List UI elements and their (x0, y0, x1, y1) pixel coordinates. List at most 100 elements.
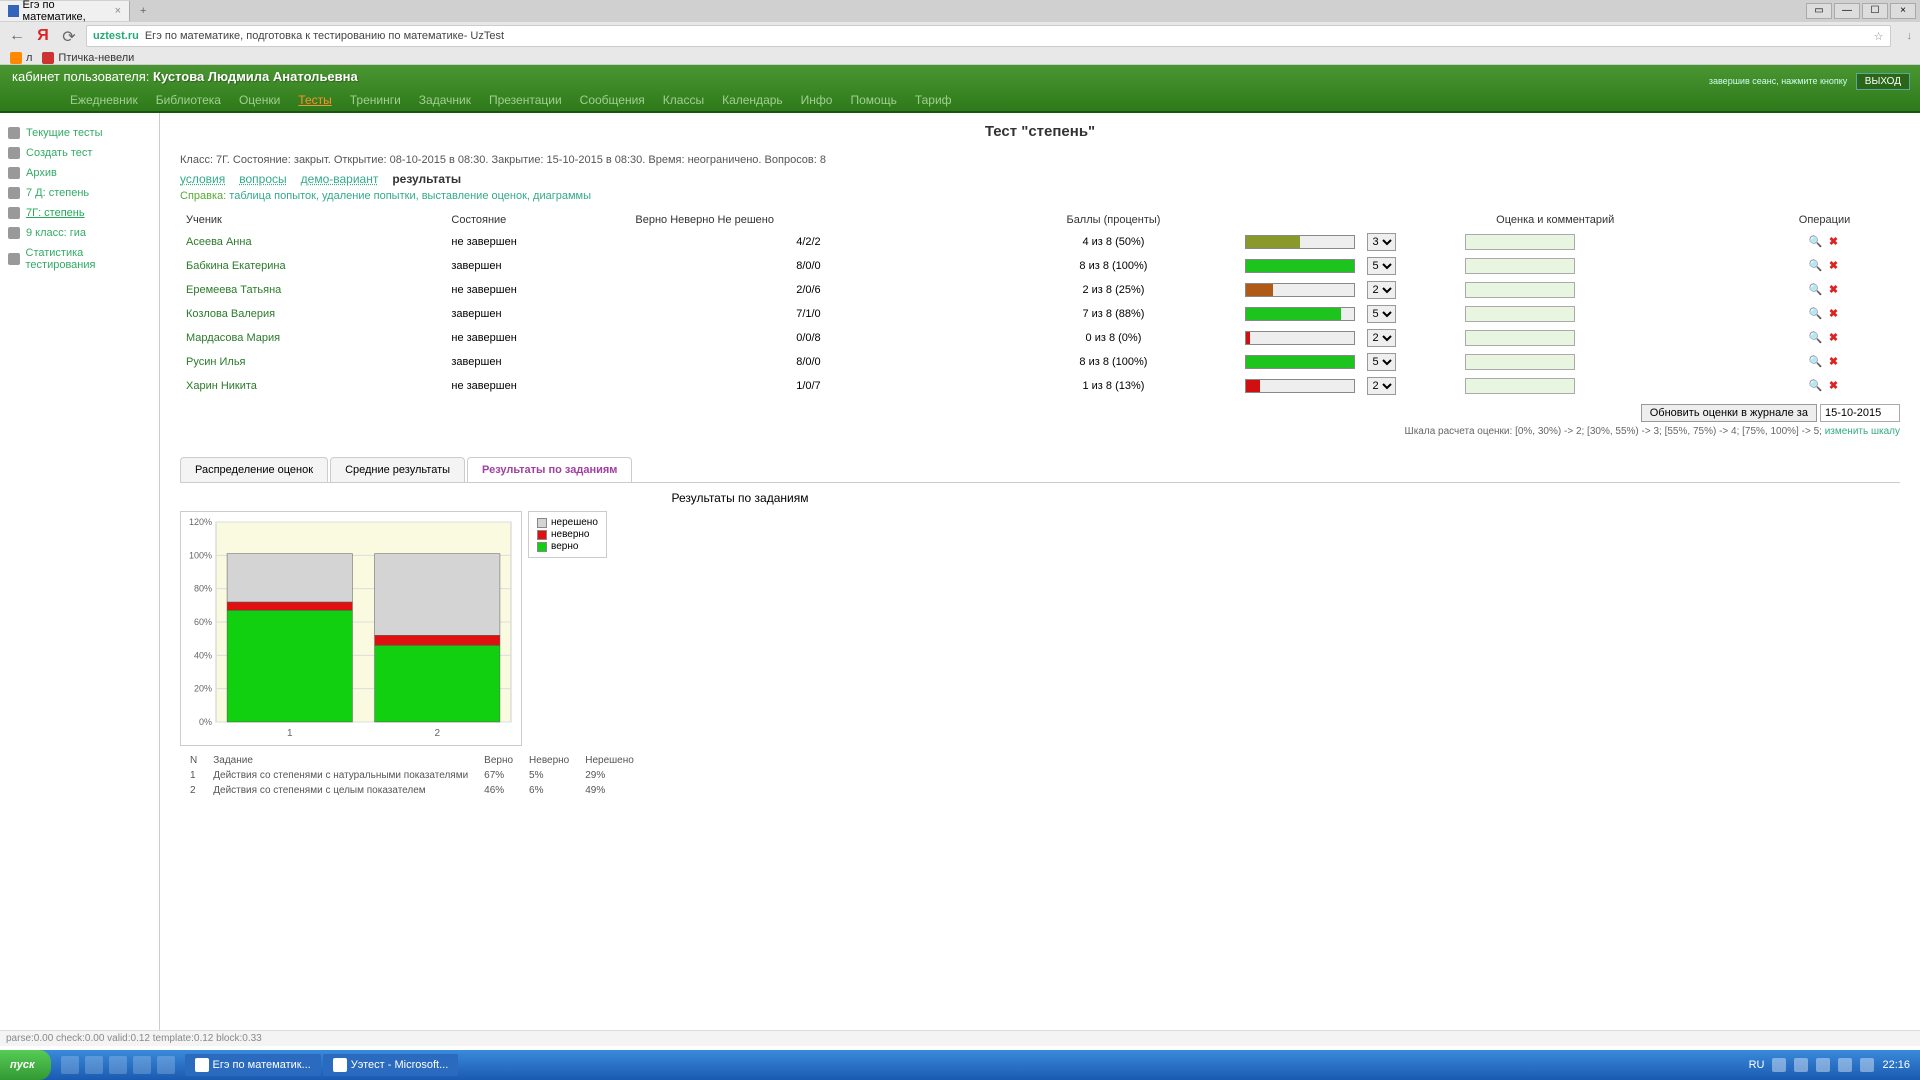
delete-icon[interactable]: ✖ (1827, 283, 1841, 297)
quicklaunch-icon[interactable] (157, 1056, 175, 1074)
delete-icon[interactable]: ✖ (1827, 259, 1841, 273)
tray-icon[interactable] (1838, 1058, 1852, 1072)
comment-input[interactable] (1465, 306, 1575, 322)
view-icon[interactable]: 🔍 (1809, 235, 1823, 249)
logout-button[interactable]: ВЫХОД (1856, 73, 1910, 90)
grade-select[interactable]: 2 (1367, 377, 1396, 395)
tray-icon[interactable] (1816, 1058, 1830, 1072)
menu-item[interactable]: Тариф (915, 93, 952, 107)
menu-item[interactable]: Классы (663, 93, 704, 107)
sidebar-item[interactable]: Архив (6, 163, 153, 183)
sidebar-item[interactable]: 9 класс: гиа (6, 223, 153, 243)
grade-select[interactable]: 5 (1367, 353, 1396, 371)
tray-icon[interactable] (1860, 1058, 1874, 1072)
quicklaunch-icon[interactable] (61, 1056, 79, 1074)
comment-cell (1459, 302, 1749, 326)
sub-tab[interactable]: результаты (392, 172, 461, 186)
bookmark-item[interactable]: л (10, 52, 32, 64)
comment-input[interactable] (1465, 258, 1575, 274)
window-maximize-icon[interactable]: ☐ (1862, 3, 1888, 19)
student-name-link[interactable]: Асеева Анна (186, 236, 252, 248)
sidebar-item[interactable]: 7 Д: степень (6, 183, 153, 203)
tray-icon[interactable] (1772, 1058, 1786, 1072)
grade-select[interactable]: 5 (1367, 257, 1396, 275)
window-close-icon[interactable]: × (1890, 3, 1916, 19)
view-icon[interactable]: 🔍 (1809, 355, 1823, 369)
student-name-link[interactable]: Еремеева Татьяна (186, 284, 281, 296)
delete-icon[interactable]: ✖ (1827, 307, 1841, 321)
menu-item[interactable]: Календарь (722, 93, 783, 107)
taskbar-task[interactable]: Егэ по математик... (185, 1054, 321, 1076)
student-name-link[interactable]: Харин Никита (186, 380, 257, 392)
sidebar-item[interactable]: Создать тест (6, 143, 153, 163)
delete-icon[interactable]: ✖ (1827, 355, 1841, 369)
student-name-link[interactable]: Бабкина Екатерина (186, 260, 286, 272)
taskbar-task[interactable]: Уэтест - Microsoft... (323, 1054, 459, 1076)
view-icon[interactable]: 🔍 (1809, 331, 1823, 345)
view-icon[interactable]: 🔍 (1809, 307, 1823, 321)
view-icon[interactable]: 🔍 (1809, 259, 1823, 273)
comment-input[interactable] (1465, 282, 1575, 298)
menu-item[interactable]: Оценки (239, 93, 280, 107)
chart-tab[interactable]: Результаты по заданиям (467, 457, 632, 482)
delete-icon[interactable]: ✖ (1827, 379, 1841, 393)
svg-text:60%: 60% (194, 617, 212, 627)
svg-text:100%: 100% (189, 550, 212, 560)
quicklaunch-icon[interactable] (133, 1056, 151, 1074)
grade-select[interactable]: 2 (1367, 281, 1396, 299)
browser-tab[interactable]: Егэ по математике, × (0, 1, 130, 21)
yandex-button[interactable]: Я (34, 27, 52, 45)
menu-item[interactable]: Помощь (850, 93, 896, 107)
grade-select[interactable]: 2 (1367, 329, 1396, 347)
menu-item[interactable]: Сообщения (580, 93, 645, 107)
sub-tab[interactable]: условия (180, 172, 225, 186)
delete-icon[interactable]: ✖ (1827, 235, 1841, 249)
bookmark-star-icon[interactable]: ☆ (1874, 30, 1884, 43)
sub-tab[interactable]: вопросы (239, 172, 286, 186)
sidebar-item[interactable]: Статистика тестирования (6, 243, 153, 275)
vnr-cell: 4/2/2 (629, 230, 987, 254)
clock[interactable]: 22:16 (1882, 1059, 1910, 1071)
comment-input[interactable] (1465, 330, 1575, 346)
comment-input[interactable] (1465, 354, 1575, 370)
quicklaunch-icon[interactable] (109, 1056, 127, 1074)
view-icon[interactable]: 🔍 (1809, 379, 1823, 393)
comment-input[interactable] (1465, 234, 1575, 250)
tab-close-icon[interactable]: × (115, 5, 121, 17)
chart-tab[interactable]: Средние результаты (330, 457, 465, 482)
lang-indicator[interactable]: RU (1749, 1059, 1765, 1071)
update-date-input[interactable] (1820, 404, 1900, 422)
tray-icon[interactable] (1794, 1058, 1808, 1072)
menu-item[interactable]: Тренинги (350, 93, 401, 107)
student-name-link[interactable]: Мардасова Мария (186, 332, 280, 344)
menu-item[interactable]: Презентации (489, 93, 562, 107)
reload-button[interactable]: ⟳ (60, 27, 78, 45)
window-minimize-2-icon[interactable]: ▭ (1806, 3, 1832, 19)
downloads-icon[interactable]: ↓ (1907, 30, 1913, 42)
new-tab-button[interactable]: + (134, 5, 152, 17)
sub-tab[interactable]: демо-вариант (301, 172, 379, 186)
sidebar-item[interactable]: 7Г: степень (6, 203, 153, 223)
chart-tab[interactable]: Распределение оценок (180, 457, 328, 482)
change-scale-link[interactable]: изменить шкалу (1825, 426, 1900, 437)
start-button[interactable]: пуск (0, 1050, 51, 1080)
menu-item[interactable]: Ежедневник (70, 93, 138, 107)
quicklaunch-icon[interactable] (85, 1056, 103, 1074)
grade-select[interactable]: 5 (1367, 305, 1396, 323)
window-minimize-icon[interactable]: — (1834, 3, 1860, 19)
url-input[interactable]: uztest.ru Егэ по математике, подготовка … (86, 25, 1891, 47)
menu-item[interactable]: Библиотека (156, 93, 221, 107)
menu-item[interactable]: Задачник (419, 93, 471, 107)
update-grades-button[interactable]: Обновить оценки в журнале за (1641, 404, 1817, 422)
menu-item[interactable]: Тесты (298, 93, 331, 107)
comment-input[interactable] (1465, 378, 1575, 394)
delete-icon[interactable]: ✖ (1827, 331, 1841, 345)
menu-item[interactable]: Инфо (801, 93, 833, 107)
view-icon[interactable]: 🔍 (1809, 283, 1823, 297)
sidebar-item[interactable]: Текущие тесты (6, 123, 153, 143)
student-name-link[interactable]: Русин Илья (186, 356, 246, 368)
student-name-link[interactable]: Козлова Валерия (186, 308, 275, 320)
grade-select[interactable]: 3 (1367, 233, 1396, 251)
back-button[interactable]: ← (8, 27, 26, 45)
bookmark-item[interactable]: Птичка-невели (42, 52, 134, 64)
